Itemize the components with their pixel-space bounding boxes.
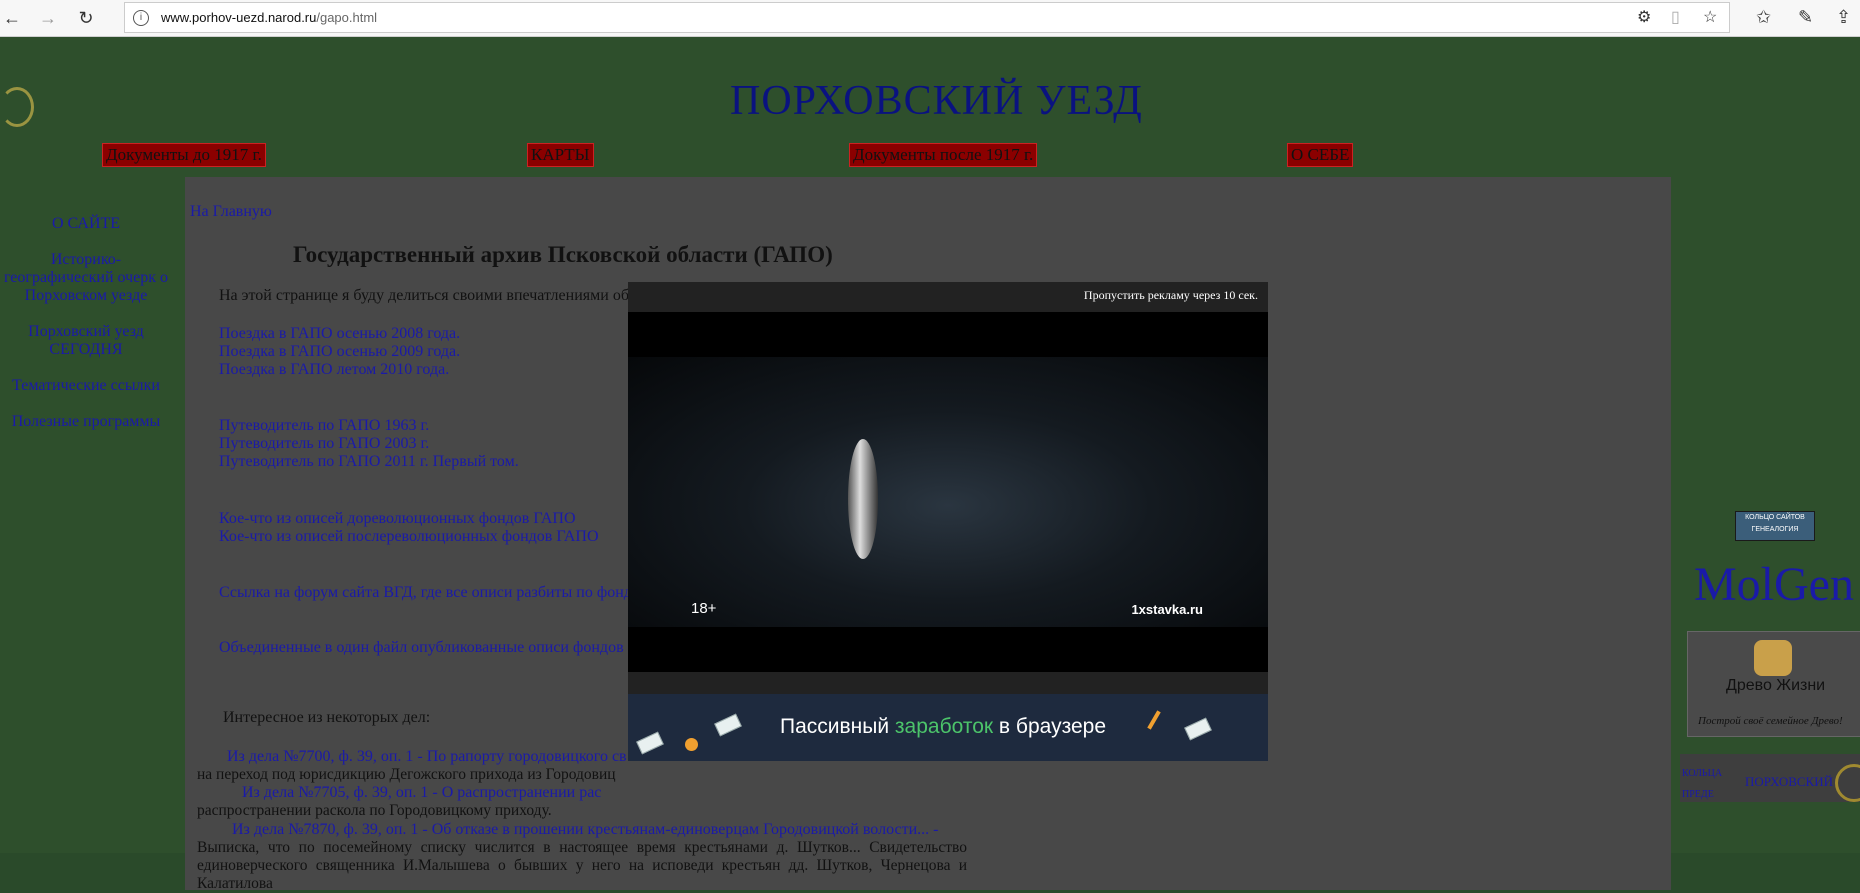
site-title: ПОРХОВСКИЙ УЕЗД [730,78,1143,124]
porh-banner-text-c: ПОРХОВСКИЙ [1745,774,1833,789]
case-7700-link[interactable]: Из дела №7700, ф. 39, оп. 1 - По рапорту… [227,748,627,765]
home-link[interactable]: На Главную [190,203,272,221]
merged-inventories-link[interactable]: Объединенные в один файл опубликованные … [219,639,624,657]
video-ad-overlay: Пропустить рекламу через 10 сек. 18+ 1xs… [628,282,1268,761]
back-icon[interactable]: ← [0,6,24,30]
ring-banner-line2: ГЕНЕАЛОГИЯ [1751,526,1799,533]
left-nav-uezd-today[interactable]: Порховский уезд СЕГОДНЯ [0,323,172,359]
case-7870-link[interactable]: Из дела №7870, ф. 39, оп. 1 - Об отказе … [232,821,938,838]
ad-banner[interactable]: Пассивный заработок в браузере [628,694,1268,761]
interesting-heading: Интересное из некоторых дел: [223,709,431,726]
refresh-icon[interactable]: ↻ [74,6,98,30]
ring-banner-line1: КОЛЬЦО САЙТОВ [1745,514,1805,521]
drevo-title: Древо Жизни [1726,677,1826,694]
left-nav-about-site[interactable]: О САЙТЕ [0,215,172,233]
trip-link-2010[interactable]: Поездка в ГАПО летом 2010 года. [219,361,460,379]
pen-icon[interactable]: ✎ [1798,7,1813,28]
ad-video[interactable]: 18+ 1xstavka.ru [628,312,1268,672]
ad-video-scene: 18+ 1xstavka.ru [628,357,1268,627]
favorites-list-icon[interactable]: ✩ [1756,7,1771,28]
corner-logo-icon [0,87,34,127]
case-7705-text: распространении раскола по Городовицкому… [197,802,552,819]
left-nav-historical-essay[interactable]: Историко-географический очерк о Порховск… [0,251,172,305]
page-title: Государственный архив Псковской области … [293,242,833,267]
guide-link-1963[interactable]: Путеводитель по ГАПО 1963 г. [219,417,519,435]
banknote-icon [636,731,664,755]
case-7705-link[interactable]: Из дела №7705, ф. 39, оп. 1 - О распрост… [242,784,601,801]
ad-banner-text-post: в браузере [993,715,1106,738]
ad-banner-text-pre: Пассивный [780,715,895,738]
case-7705: Из дела №7705, ф. 39, оп. 1 - О распрост… [197,784,967,802]
forward-icon[interactable]: → [36,6,60,30]
spinning-coin-image [848,439,878,559]
sites-ring-banner[interactable]: КОЛЬЦО САЙТОВ ГЕНЕАЛОГИЯ [1735,511,1815,541]
age-rating: 18+ [691,600,717,617]
porhov-ring-banner[interactable]: КОЛЬЦА ПРЕДЕ ПОРХОВСКИЙ [1680,754,1860,802]
guide-link-2011[interactable]: Путеводитель по ГАПО 2011 г. Первый том. [219,453,519,471]
porh-banner-text-b: ПРЕДЕ [1682,789,1714,800]
left-nav-thematic-links[interactable]: Тематические ссылки [0,377,172,395]
trip-link-2009[interactable]: Поездка в ГАПО осенью 2009 года. [219,343,460,361]
ring-logo-icon [1835,764,1860,802]
inventory-link-pre-revolution[interactable]: Кое-что из описей дореволюционных фондов… [219,510,599,528]
drevo-zhizni-banner[interactable]: Древо Жизни Построй своё семейное Древо! [1687,631,1860,737]
left-nav-useful-programs[interactable]: Полезные программы [0,413,172,431]
inventories-list: Кое-что из описей дореволюционных фондов… [219,510,599,546]
nav-docs-before-1917[interactable]: Документы до 1917 г. [102,143,266,167]
case-7870: Из дела №7870, ф. 39, оп. 1 - Об отказе … [197,821,967,839]
forum-link[interactable]: Ссылка на форум сайта ВГД, где все описи… [219,584,632,602]
banknote-icon [1184,717,1212,741]
reading-view-icon[interactable]: ▯ [1671,7,1680,27]
guide-link-2003[interactable]: Путеводитель по ГАПО 2003 г. [219,435,519,453]
porh-banner-text-a: КОЛЬЦА [1682,768,1723,779]
molgen-logo[interactable]: MolGen [1694,557,1854,612]
banknote-icon [714,713,742,737]
ad-banner-text: Пассивный заработок в браузере [780,715,1106,739]
trips-list: Поездка в ГАПО осенью 2008 года. Поездка… [219,325,460,379]
skip-ad-countdown[interactable]: Пропустить рекламу через 10 сек. [1084,288,1258,303]
address-bar[interactable]: i www.porhov-uezd.narod.ru/gapo.html ⚙ ▯… [124,2,1730,33]
ad-banner-accent: заработок [894,715,994,738]
guides-list: Путеводитель по ГАПО 1963 г. Путеводител… [219,417,519,471]
nav-maps[interactable]: КАРТЫ [527,143,594,167]
url-text[interactable]: www.porhov-uezd.narod.ru/gapo.html [161,10,377,25]
case-7870-text: Выписка, что по посемейному списку числи… [197,839,967,892]
url-path: /gapo.html [316,10,378,25]
drevo-subtitle: Построй своё семейное Древо! [1698,715,1843,727]
share-icon[interactable]: ⇪ [1836,7,1851,28]
case-7700-text: на переход под юрисдикцию Дегожского при… [197,766,616,783]
favorite-star-icon[interactable]: ☆ [1703,7,1717,27]
extension-icon[interactable]: ⚙ [1637,7,1651,27]
ad-brand: 1xstavka.ru [1131,602,1203,617]
nav-docs-after-1917[interactable]: Документы после 1917 г. [849,143,1038,167]
info-icon[interactable]: i [133,10,149,26]
nav-about-me[interactable]: О СЕБЕ [1287,143,1354,167]
tree-logo-icon [1754,640,1792,676]
coin-dot-icon [685,738,698,751]
trip-link-2008[interactable]: Поездка в ГАПО осенью 2008 года. [219,325,460,343]
url-host: www.porhov-uezd.narod.ru [161,10,317,25]
pencil-icon [1147,710,1161,730]
browser-toolbar: ← → ↻ i www.porhov-uezd.narod.ru/gapo.ht… [0,0,1860,37]
left-sidebar: О САЙТЕ Историко-географический очерк о … [0,215,172,449]
inventory-link-post-revolution[interactable]: Кое-что из описей послереволюционных фон… [219,528,599,546]
